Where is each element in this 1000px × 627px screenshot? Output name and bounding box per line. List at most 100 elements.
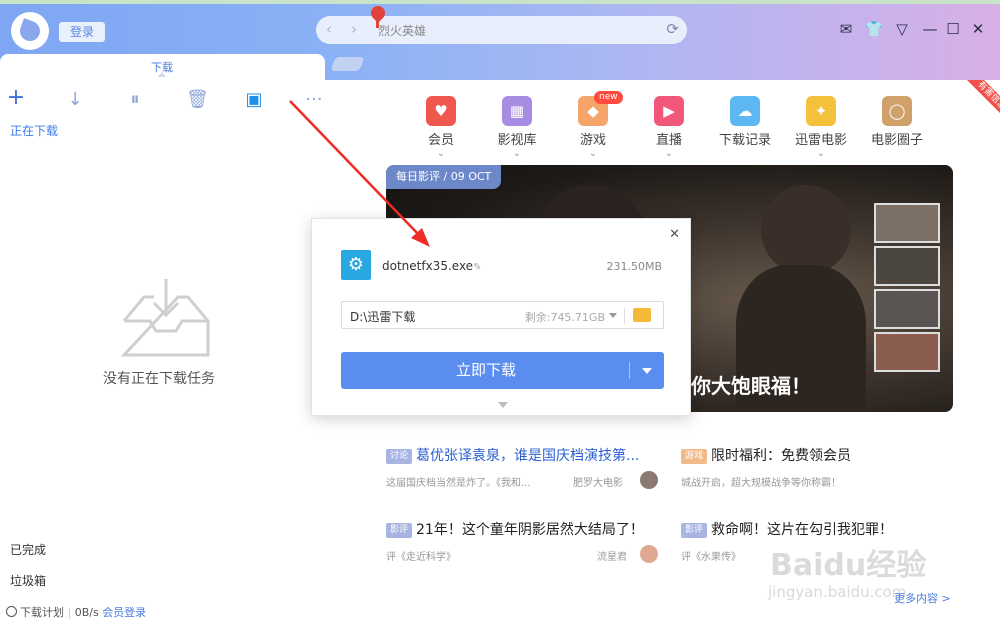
article-sub: 评《水果传》 — [681, 552, 741, 563]
chevron-down-icon[interactable]: ⌄ — [786, 148, 856, 160]
separator — [629, 362, 630, 379]
refresh-icon[interactable]: ⟳ — [666, 20, 679, 38]
download-now-label[interactable]: 立即下载 — [341, 352, 631, 389]
banner-thumbnails — [874, 203, 944, 375]
banner-tag: 每日影评 / 09 OCT — [386, 165, 502, 189]
article-tag: 影评 — [681, 523, 708, 538]
thunder-logo[interactable] — [11, 12, 49, 50]
search-input[interactable] — [378, 21, 648, 39]
thumbnail[interactable] — [874, 246, 940, 286]
article-tag: 游戏 — [681, 449, 708, 464]
chevron-down-icon[interactable] — [609, 313, 617, 318]
thumbnail[interactable] — [874, 289, 940, 329]
save-path-field[interactable]: D:\迅雷下载 剩余:745.71GB — [341, 301, 664, 329]
live-icon: ▶ — [654, 96, 684, 126]
watermark: Baidu经验 — [770, 548, 927, 583]
edit-icon[interactable]: ✎ — [473, 262, 481, 273]
nav-live[interactable]: ▶ 直播 ⌄ — [634, 96, 704, 160]
add-task-icon[interactable]: + — [6, 85, 26, 110]
article-item[interactable]: 游戏 限时福利：免费领会员 — [681, 445, 851, 465]
article-title[interactable]: 限时福利：免费领会员 — [711, 448, 851, 464]
close-icon[interactable]: ✕ — [968, 20, 988, 38]
minimize-icon[interactable]: — — [920, 20, 940, 38]
new-badge: new — [594, 91, 623, 104]
pause-icon[interactable]: ⏸ — [125, 89, 145, 110]
folder-icon[interactable] — [633, 308, 651, 322]
chevron-down-icon[interactable] — [642, 368, 652, 374]
article-item[interactable]: 影评 21年！这个童年阴影居然大结局了！ — [386, 519, 644, 539]
chevron-down-icon[interactable]: ⌄ — [634, 148, 704, 160]
plan-label[interactable]: 下载计划 — [20, 606, 64, 619]
article-tag: 影评 — [386, 523, 413, 538]
chevron-down-icon[interactable]: ⌄ — [558, 148, 628, 160]
tab-browser[interactable] — [330, 57, 365, 71]
watermark-url: jingyan.baidu.com — [768, 583, 907, 601]
cloud-icon: ☁ — [730, 96, 760, 126]
nav-film-library[interactable]: ▦ 影视库 ⌄ — [482, 96, 552, 160]
article-item[interactable]: 影评 救命啊！这片在勾引我犯罪！ — [681, 519, 893, 539]
exe-file-icon: ⚙ — [341, 250, 371, 280]
search-bar[interactable]: ‹ › ⟳ — [316, 16, 687, 44]
separator — [624, 308, 625, 324]
file-size: 231.50MB — [606, 260, 662, 273]
download-now-button[interactable]: 立即下载 — [341, 352, 664, 389]
article-title[interactable]: 21年！这个童年阴影居然大结局了！ — [416, 522, 644, 538]
nav-vip[interactable]: ♥ 会员 ⌄ — [406, 96, 476, 160]
clock-icon[interactable] — [6, 606, 17, 617]
menu-icon[interactable]: ▽ — [892, 20, 912, 38]
banner-caption: 你大饱眼福！ — [691, 374, 811, 398]
thunder-icon: ✦ — [806, 96, 836, 126]
file-name[interactable]: dotnetfx35.exe✎ — [382, 259, 481, 273]
save-path-value[interactable]: D:\迅雷下载 — [350, 308, 415, 325]
article-author[interactable]: 肥罗大电影 — [573, 474, 623, 489]
article-sub: 城战开启，超大规模战争等你称霸！ — [681, 478, 841, 489]
empty-message: 没有正在下载任务 — [103, 371, 215, 387]
article-item[interactable]: 讨论 葛优张译袁泉，谁是国庆档演技第... — [386, 445, 639, 465]
article-author[interactable]: 流星君 — [597, 548, 627, 563]
speed-label: 0B/s — [74, 606, 99, 619]
nav-games[interactable]: ◆ 游戏 ⌄ — [558, 96, 628, 160]
report-ribbon[interactable]: 有害信息 — [957, 80, 1000, 123]
empty-inbox-icon — [120, 279, 210, 357]
new-download-dialog: ✕ ⚙ dotnetfx35.exe✎ 231.50MB D:\迅雷下载 剩余:… — [311, 218, 691, 416]
status-bar: 下载计划 | 0B/s 会员登录 — [6, 604, 146, 620]
chevron-down-icon[interactable]: ⌄ — [406, 148, 476, 160]
free-space-label: 剩余:745.71GB — [524, 311, 605, 324]
mobile-icon[interactable]: ▣ — [244, 89, 264, 110]
avatar[interactable] — [640, 545, 658, 563]
thumbnail[interactable] — [874, 203, 940, 243]
nav-thunder-movies[interactable]: ✦ 迅雷电影 ⌄ — [786, 96, 856, 160]
chevron-down-icon[interactable]: ⌄ — [482, 148, 552, 160]
skin-icon[interactable]: 👕 — [864, 20, 884, 38]
top-stripe — [0, 0, 1000, 4]
close-icon[interactable]: ✕ — [669, 227, 680, 242]
article-sub: 这届国庆档当然是炸了。《我和... — [386, 478, 531, 489]
maximize-icon[interactable]: ☐ — [943, 20, 963, 38]
tab-caret-icon — [158, 72, 166, 77]
member-login-link[interactable]: 会员登录 — [102, 606, 146, 619]
location-pin-stem — [376, 18, 379, 28]
banner-figure — [761, 185, 851, 275]
article-title[interactable]: 救命啊！这片在勾引我犯罪！ — [711, 522, 893, 538]
nav-movie-circle[interactable]: ◯ 电影圈子 — [862, 96, 932, 148]
thumbnail[interactable] — [874, 332, 940, 372]
start-download-icon[interactable]: ↓ — [65, 89, 85, 110]
login-button[interactable]: 登录 — [59, 22, 105, 42]
expand-options-icon[interactable] — [498, 402, 508, 408]
delete-icon[interactable]: 🗑 — [186, 89, 209, 110]
nav-download-history[interactable]: ☁ 下载记录 — [710, 96, 780, 148]
article-title[interactable]: 葛优张译袁泉，谁是国庆档演技第... — [416, 448, 639, 464]
avatar[interactable] — [640, 471, 658, 489]
circle-icon: ◯ — [882, 96, 912, 126]
completed-item[interactable]: 已完成 — [10, 541, 46, 558]
vip-icon: ♥ — [426, 96, 456, 126]
downloading-status[interactable]: 正在下载 — [10, 122, 58, 139]
mail-icon[interactable]: ✉ — [836, 20, 856, 38]
more-icon[interactable]: ··· — [304, 89, 324, 110]
more-content-link[interactable]: 更多内容 > — [894, 590, 951, 606]
trash-item[interactable]: 垃圾箱 — [10, 572, 46, 589]
logo-wing-icon — [17, 18, 43, 44]
back-arrow-icon[interactable]: ‹ — [326, 20, 332, 38]
forward-arrow-icon[interactable]: › — [351, 20, 357, 38]
film-icon: ▦ — [502, 96, 532, 126]
